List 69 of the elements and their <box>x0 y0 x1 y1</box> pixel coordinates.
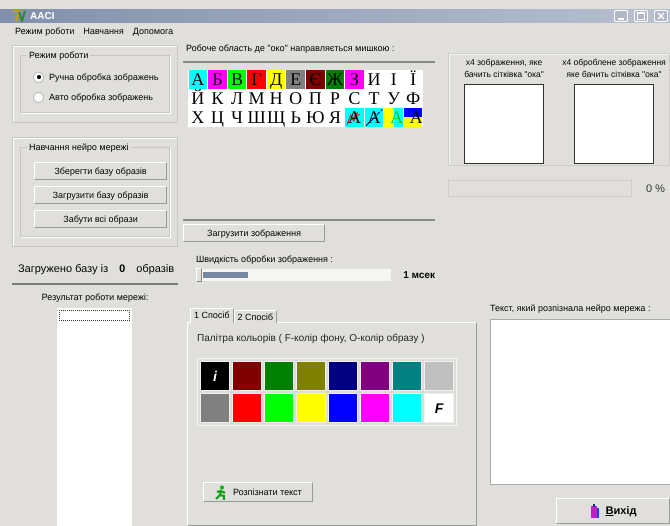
radio-option[interactable]: Ручна обробка зображень <box>33 70 163 84</box>
color-swatch[interactable] <box>392 361 422 391</box>
focus-row <box>59 310 130 321</box>
color-swatch[interactable] <box>360 361 390 391</box>
color-swatch[interactable] <box>232 361 262 391</box>
minimize-button[interactable] <box>614 10 628 22</box>
color-swatch[interactable] <box>264 361 294 391</box>
progress-reading: 0 % <box>646 182 665 194</box>
speed-label: Швидкість обробки зображення : <box>196 254 334 264</box>
group-title: Режим роботи <box>27 50 90 60</box>
letter-cell: А <box>188 70 208 89</box>
color-swatch[interactable] <box>328 393 358 423</box>
letter-cell: Г <box>247 70 266 89</box>
tab[interactable]: 1 Спосіб <box>190 308 234 323</box>
training-button[interactable]: Загрузити базу образів <box>34 186 167 204</box>
loaded-label: Загружено базу із <box>18 263 108 275</box>
loaded-count: 0 <box>119 263 126 275</box>
training-button[interactable]: Забути всі образи <box>34 210 167 228</box>
preview-caption: x4 оброблене зображення яке бачить сітківка "ока" <box>562 56 666 80</box>
close-button[interactable] <box>654 10 668 22</box>
letter-cell: З <box>345 70 364 89</box>
tab[interactable]: 2 Спосіб <box>234 310 278 323</box>
radio-option[interactable]: Авто обробка зображень <box>33 90 163 104</box>
recognized-text-label: Текст, який розпізнала нейро мережа : <box>490 303 652 313</box>
close-icon <box>657 12 665 20</box>
radio-label: Ручна обробка зображень <box>49 72 159 82</box>
color-swatch[interactable]: F <box>424 393 454 423</box>
work-area-label: Робоче область де "око" направляється мишкою : <box>185 43 396 53</box>
menu-item[interactable]: Навчання <box>83 26 124 41</box>
loaded-unit: образів <box>136 263 174 275</box>
color-swatch[interactable] <box>296 393 326 423</box>
letter-cell: Ж <box>326 70 344 89</box>
group-title: Навчання нейро мережі <box>27 142 131 152</box>
letter-cell: Б <box>208 70 227 89</box>
window-title: AACI <box>30 10 54 22</box>
door-exit-icon <box>590 504 600 518</box>
speed-reading: 1 мсек <box>403 270 435 280</box>
color-swatch[interactable]: i <box>200 361 230 391</box>
slider-thumb[interactable] <box>196 268 202 282</box>
menu-item[interactable]: Допомога <box>132 26 174 41</box>
preview-caption: x4 зображення, яке бачить сітківка "ока" <box>464 56 544 80</box>
letter-cell: Є <box>306 70 325 89</box>
running-man-icon <box>214 484 228 500</box>
speed-slider[interactable] <box>196 269 392 281</box>
load-image-button[interactable]: Загрузити зображення <box>183 224 325 242</box>
color-swatch[interactable] <box>392 393 422 423</box>
radio-button[interactable] <box>33 72 44 82</box>
color-swatch[interactable] <box>424 361 454 391</box>
color-swatch[interactable] <box>328 361 358 391</box>
maximize-button[interactable] <box>634 10 648 22</box>
training-button[interactable]: Зберегти базу образів <box>34 162 167 180</box>
result-label: Результат роботи мережі: <box>40 292 150 302</box>
letter-cell: Е <box>286 70 305 89</box>
recognize-button[interactable]: Розпізнати текст <box>203 482 313 502</box>
color-swatch[interactable] <box>296 361 326 391</box>
color-swatch[interactable] <box>200 393 230 423</box>
color-swatch[interactable] <box>360 393 390 423</box>
letter-cell: В <box>228 70 246 89</box>
color-swatch[interactable] <box>264 393 294 423</box>
radio-button[interactable] <box>33 92 44 102</box>
palette-label: Палітра кольорів ( F-колір фону, O-колір образу ) <box>197 333 426 344</box>
radio-label: Авто обробка зображень <box>49 92 153 102</box>
menu-item[interactable]: Режим роботи <box>15 26 74 41</box>
letter-cell: Щ <box>266 108 286 127</box>
app-icon <box>12 10 26 22</box>
letter-cell: Д <box>266 70 286 89</box>
maximize-icon <box>637 12 645 20</box>
color-swatch[interactable] <box>232 393 262 423</box>
exit-button[interactable]: Вихід <box>556 498 670 524</box>
